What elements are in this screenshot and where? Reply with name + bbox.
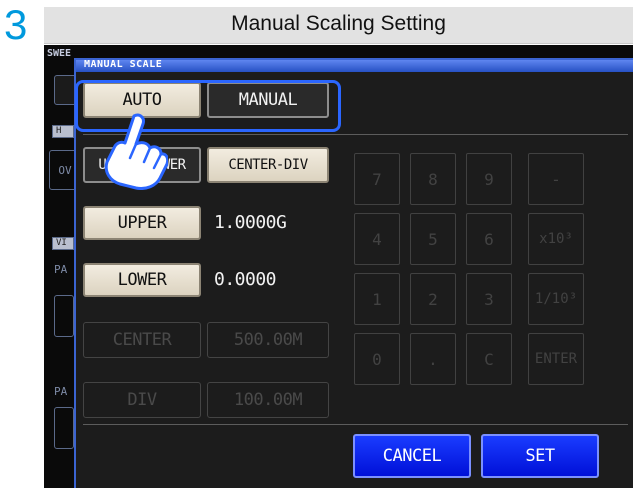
div-button[interactable]: DIV (83, 382, 201, 418)
upper-button[interactable]: UPPER (83, 206, 201, 240)
bg-box-2 (54, 407, 74, 449)
pointing-hand-icon (104, 113, 168, 190)
key-8[interactable]: 8 (410, 153, 456, 205)
center-button[interactable]: CENTER (83, 322, 201, 358)
key-4[interactable]: 4 (354, 213, 400, 265)
bg-label-h: H (52, 125, 74, 138)
key-3[interactable]: 3 (466, 273, 512, 325)
caption-title: Manual Scaling Setting (231, 12, 446, 35)
lower-value: 0.0000 (214, 269, 277, 290)
key-7[interactable]: 7 (354, 153, 400, 205)
dialog-titlebar: MANUAL SCALE (76, 59, 633, 72)
upper-value: 1.0000G (214, 212, 287, 233)
key-9[interactable]: 9 (466, 153, 512, 205)
key-1[interactable]: 1 (354, 273, 400, 325)
dialog-title: MANUAL SCALE (84, 59, 163, 70)
key-c[interactable]: C (466, 333, 512, 385)
caption-bar: Manual Scaling Setting (44, 7, 633, 44)
center-value: 500.00M (207, 322, 329, 358)
bg-label-pa-2: PA (54, 385, 68, 398)
key-0[interactable]: 0 (354, 333, 400, 385)
lower-button[interactable]: LOWER (83, 263, 201, 297)
div-value: 100.00M (207, 382, 329, 418)
bg-label-pa-1: PA (54, 263, 68, 276)
key-5[interactable]: 5 (410, 213, 456, 265)
divider-bottom (83, 424, 628, 425)
step-number: 3 (4, 1, 28, 48)
bg-label-vi: VI (52, 237, 74, 250)
key-x10-3[interactable]: x10³ (528, 213, 584, 265)
key-2[interactable]: 2 (410, 273, 456, 325)
key-div-10-3[interactable]: 1/10³ (528, 273, 584, 325)
cancel-button[interactable]: CANCEL (353, 434, 471, 478)
key-enter[interactable]: ENTER (528, 333, 584, 385)
center-div-button[interactable]: CENTER-DIV (207, 147, 329, 183)
key-minus[interactable]: - (528, 153, 584, 205)
bg-box-1 (54, 295, 74, 337)
set-button[interactable]: SET (481, 434, 599, 478)
key-dot[interactable]: . (410, 333, 456, 385)
key-6[interactable]: 6 (466, 213, 512, 265)
